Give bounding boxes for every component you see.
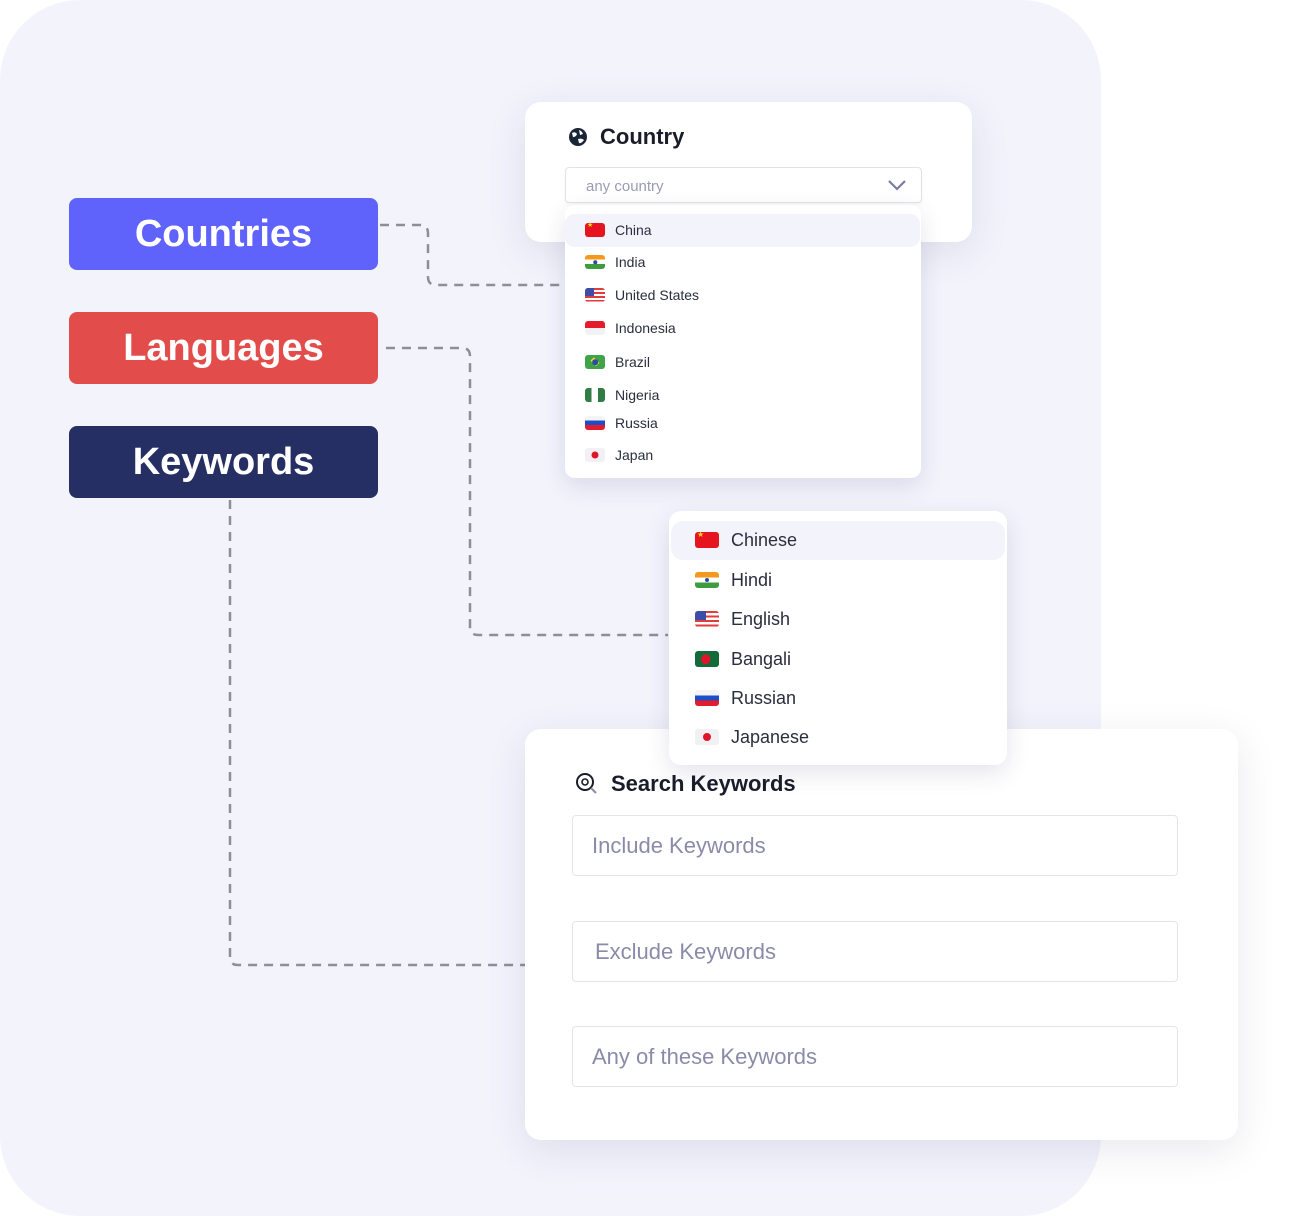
country-option-indonesia[interactable]: Indonesia (565, 312, 920, 345)
language-option-bangali[interactable]: Bangali (671, 640, 1005, 679)
connector-keywords (228, 500, 525, 967)
flag-jp-icon (585, 448, 605, 462)
include-keywords-input[interactable] (573, 816, 1177, 875)
countries-pill[interactable]: Countries (69, 198, 378, 270)
any-keywords-field[interactable] (572, 1026, 1178, 1087)
language-option-label: Japanese (731, 726, 810, 747)
country-option-china[interactable]: ★ China (565, 213, 920, 247)
chevron-down-icon (888, 180, 906, 191)
country-dropdown: ★ China India United States Indonesia Brazil N… (565, 205, 921, 478)
any-keywords-input[interactable] (573, 1027, 1177, 1086)
languages-dropdown: ★ Chinese Hindi English Bangali Russian Japane… (669, 511, 1007, 765)
language-option-label: Hindi (731, 569, 773, 590)
country-option-russia[interactable]: Russia (565, 407, 920, 440)
flag-in-icon (695, 572, 719, 588)
language-option-chinese[interactable]: ★ Chinese (671, 520, 1005, 560)
flag-ru-icon (585, 416, 605, 430)
country-option-label: United States (615, 287, 700, 303)
country-select[interactable]: any country (565, 167, 922, 203)
flag-br-icon (585, 355, 605, 369)
language-option-russian[interactable]: Russian (671, 679, 1005, 718)
languages-pill[interactable]: Languages (69, 312, 378, 384)
flag-id-icon (585, 321, 605, 335)
flag-in-icon (585, 255, 605, 269)
country-option-label: Nigeria (615, 387, 660, 403)
flag-us-icon (585, 288, 605, 302)
country-option-label: Japan (615, 447, 654, 463)
language-option-english[interactable]: English (671, 600, 1005, 639)
language-option-label: Russian (731, 687, 797, 708)
language-option-hindi[interactable]: Hindi (671, 561, 1005, 600)
exclude-keywords-input[interactable] (573, 922, 1177, 981)
country-option-label: China (615, 222, 652, 238)
keywords-label: Keywords (132, 440, 315, 483)
country-option-label: India (615, 254, 646, 270)
keywords-title: Search Keywords (575, 771, 796, 797)
flag-ng-icon (585, 388, 605, 402)
country-option-japan[interactable]: Japan (565, 439, 920, 472)
keywords-pill[interactable]: Keywords (69, 426, 378, 498)
languages-label: Languages (123, 326, 324, 369)
exclude-keywords-field[interactable] (572, 921, 1178, 982)
country-option-brazil[interactable]: Brazil (565, 346, 920, 379)
flag-ru-icon (695, 690, 719, 706)
language-option-label: Bangali (731, 648, 792, 669)
include-keywords-field[interactable] (572, 815, 1178, 876)
countries-label: Countries (134, 212, 313, 255)
flag-cn-icon: ★ (585, 223, 605, 237)
language-option-label: Chinese (731, 529, 798, 550)
language-option-label: English (731, 608, 791, 629)
country-title-text: Country (600, 124, 685, 149)
flag-cn-icon: ★ (695, 532, 719, 548)
flag-jp-icon (695, 729, 719, 745)
country-option-label: Russia (615, 415, 658, 431)
country-option-india[interactable]: India (565, 246, 920, 279)
globe-icon (569, 128, 587, 146)
country-select-placeholder: any country (586, 178, 664, 195)
country-option-united-states[interactable]: United States (565, 279, 920, 312)
country-option-label: Indonesia (615, 320, 676, 336)
search-icon (576, 773, 597, 794)
flag-us-icon (695, 611, 719, 627)
flag-bd-icon (695, 651, 719, 667)
language-option-japanese[interactable]: Japanese (671, 718, 1005, 757)
country-option-label: Brazil (615, 354, 651, 370)
keywords-title-text: Search Keywords (611, 771, 796, 796)
country-title: Country (568, 124, 684, 150)
